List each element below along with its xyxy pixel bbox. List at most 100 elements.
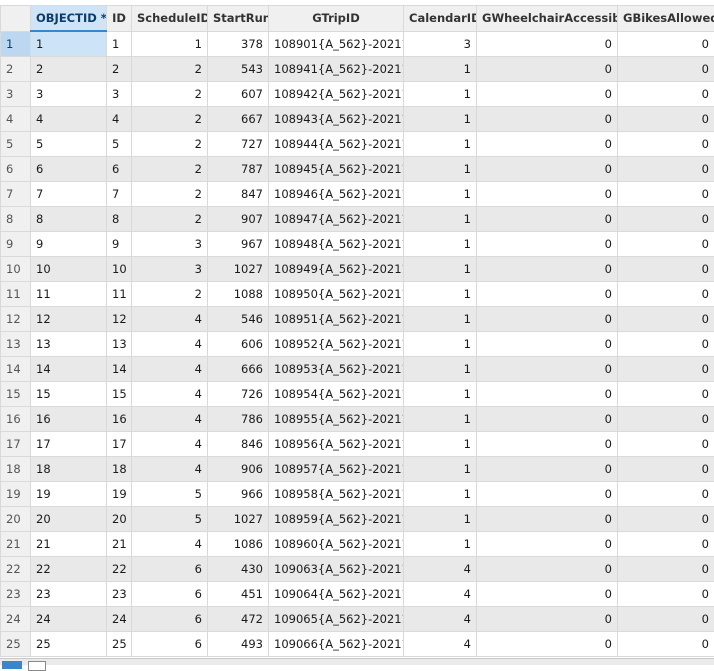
gbikesallowed-cell[interactable]: 0 [618, 57, 714, 82]
table-row[interactable]: 2323236451109064{A_562}-20211...400 [1, 582, 714, 607]
gtripid-cell[interactable]: 108943{A_562}-20211... [269, 107, 404, 132]
id-cell[interactable]: 21 [107, 532, 132, 557]
row-number[interactable]: 4 [1, 107, 31, 132]
startrun-cell[interactable]: 846 [208, 432, 269, 457]
scheduleid-cell[interactable]: 5 [132, 482, 208, 507]
row-number[interactable]: 20 [1, 507, 31, 532]
id-cell[interactable]: 6 [107, 157, 132, 182]
gtripid-cell[interactable]: 108952{A_562}-20211... [269, 332, 404, 357]
column-header-scheduleid[interactable]: ScheduleID [132, 6, 208, 32]
gwheelchairaccessible-cell[interactable]: 0 [477, 557, 618, 582]
gtripid-cell[interactable]: 108942{A_562}-20211... [269, 82, 404, 107]
scheduleid-cell[interactable]: 4 [132, 432, 208, 457]
scheduleid-cell[interactable]: 2 [132, 157, 208, 182]
id-cell[interactable]: 5 [107, 132, 132, 157]
gtripid-cell[interactable]: 108944{A_562}-20211... [269, 132, 404, 157]
column-header-startrun[interactable]: StartRun [208, 6, 269, 32]
column-header-gbikesallowed[interactable]: GBikesAllowed [618, 6, 714, 32]
gwheelchairaccessible-cell[interactable]: 0 [477, 607, 618, 632]
gwheelchairaccessible-cell[interactable]: 0 [477, 382, 618, 407]
gbikesallowed-cell[interactable]: 0 [618, 382, 714, 407]
table-row[interactable]: 1919195966108958{A_562}-20211...100 [1, 482, 714, 507]
gwheelchairaccessible-cell[interactable]: 0 [477, 82, 618, 107]
table-row[interactable]: 1616164786108955{A_562}-20211...100 [1, 407, 714, 432]
column-header-objectid[interactable]: OBJECTID * [31, 6, 107, 32]
row-number[interactable]: 15 [1, 382, 31, 407]
table-row[interactable]: 6662787108945{A_562}-20211...100 [1, 157, 714, 182]
table-row[interactable]: 5552727108944{A_562}-20211...100 [1, 132, 714, 157]
column-header-gwheelchairaccessible[interactable]: GWheelchairAccessible [477, 6, 618, 32]
column-header-id[interactable]: ID [107, 6, 132, 32]
gtripid-cell[interactable]: 108951{A_562}-20211... [269, 307, 404, 332]
scheduleid-cell[interactable]: 2 [132, 82, 208, 107]
table-row[interactable]: 21212141086108960{A_562}-20211...100 [1, 532, 714, 557]
startrun-cell[interactable]: 606 [208, 332, 269, 357]
scheduleid-cell[interactable]: 4 [132, 357, 208, 382]
gwheelchairaccessible-cell[interactable]: 0 [477, 582, 618, 607]
gbikesallowed-cell[interactable]: 0 [618, 257, 714, 282]
calendarid-cell[interactable]: 1 [404, 132, 477, 157]
gwheelchairaccessible-cell[interactable]: 0 [477, 57, 618, 82]
startrun-cell[interactable]: 378 [208, 31, 269, 57]
scheduleid-cell[interactable]: 2 [132, 132, 208, 157]
calendarid-cell[interactable]: 1 [404, 507, 477, 532]
startrun-cell[interactable]: 1027 [208, 257, 269, 282]
gwheelchairaccessible-cell[interactable]: 0 [477, 632, 618, 657]
startrun-cell[interactable]: 967 [208, 232, 269, 257]
row-number[interactable]: 8 [1, 207, 31, 232]
id-cell[interactable]: 25 [107, 632, 132, 657]
objectid-cell[interactable]: 14 [31, 357, 107, 382]
objectid-cell[interactable]: 16 [31, 407, 107, 432]
calendarid-cell[interactable]: 4 [404, 557, 477, 582]
gbikesallowed-cell[interactable]: 0 [618, 157, 714, 182]
id-cell[interactable]: 2 [107, 57, 132, 82]
show-all-records-button[interactable] [2, 661, 22, 669]
scheduleid-cell[interactable]: 4 [132, 382, 208, 407]
table-row[interactable]: 8882907108947{A_562}-20211...100 [1, 207, 714, 232]
table-row[interactable]: 20202051027108959{A_562}-20211...100 [1, 507, 714, 532]
gbikesallowed-cell[interactable]: 0 [618, 557, 714, 582]
show-selected-records-button[interactable] [28, 661, 46, 671]
corner-cell[interactable] [1, 6, 31, 32]
row-number[interactable]: 9 [1, 232, 31, 257]
gbikesallowed-cell[interactable]: 0 [618, 632, 714, 657]
table-row[interactable]: 9993967108948{A_562}-20211...100 [1, 232, 714, 257]
gtripid-cell[interactable]: 108945{A_562}-20211... [269, 157, 404, 182]
calendarid-cell[interactable]: 1 [404, 82, 477, 107]
id-cell[interactable]: 4 [107, 107, 132, 132]
id-cell[interactable]: 22 [107, 557, 132, 582]
gbikesallowed-cell[interactable]: 0 [618, 532, 714, 557]
calendarid-cell[interactable]: 1 [404, 57, 477, 82]
table-row[interactable]: 1212124546108951{A_562}-20211...100 [1, 307, 714, 332]
gwheelchairaccessible-cell[interactable]: 0 [477, 132, 618, 157]
startrun-cell[interactable]: 966 [208, 482, 269, 507]
scheduleid-cell[interactable]: 3 [132, 232, 208, 257]
gwheelchairaccessible-cell[interactable]: 0 [477, 457, 618, 482]
gtripid-cell[interactable]: 108948{A_562}-20211... [269, 232, 404, 257]
gwheelchairaccessible-cell[interactable]: 0 [477, 507, 618, 532]
scheduleid-cell[interactable]: 6 [132, 632, 208, 657]
calendarid-cell[interactable]: 1 [404, 407, 477, 432]
id-cell[interactable]: 10 [107, 257, 132, 282]
id-cell[interactable]: 24 [107, 607, 132, 632]
startrun-cell[interactable]: 543 [208, 57, 269, 82]
row-number[interactable]: 21 [1, 532, 31, 557]
gtripid-cell[interactable]: 108960{A_562}-20211... [269, 532, 404, 557]
id-cell[interactable]: 23 [107, 582, 132, 607]
id-cell[interactable]: 3 [107, 82, 132, 107]
gwheelchairaccessible-cell[interactable]: 0 [477, 357, 618, 382]
gbikesallowed-cell[interactable]: 0 [618, 482, 714, 507]
calendarid-cell[interactable]: 1 [404, 282, 477, 307]
scheduleid-cell[interactable]: 1 [132, 31, 208, 57]
scheduleid-cell[interactable]: 6 [132, 607, 208, 632]
id-cell[interactable]: 20 [107, 507, 132, 532]
table-row[interactable]: 2222226430109063{A_562}-20211...400 [1, 557, 714, 582]
gwheelchairaccessible-cell[interactable]: 0 [477, 482, 618, 507]
startrun-cell[interactable]: 472 [208, 607, 269, 632]
gbikesallowed-cell[interactable]: 0 [618, 357, 714, 382]
startrun-cell[interactable]: 1086 [208, 532, 269, 557]
calendarid-cell[interactable]: 1 [404, 457, 477, 482]
calendarid-cell[interactable]: 1 [404, 257, 477, 282]
scheduleid-cell[interactable]: 5 [132, 507, 208, 532]
objectid-cell[interactable]: 12 [31, 307, 107, 332]
